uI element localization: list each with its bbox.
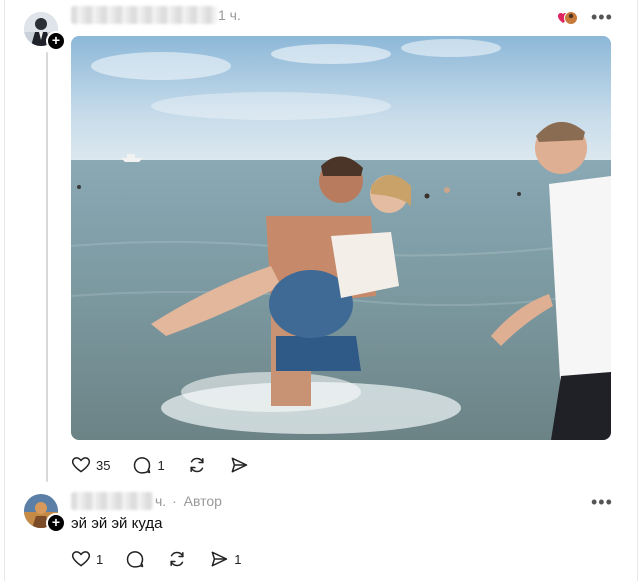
reply-like-button[interactable]: 1 xyxy=(71,549,103,569)
author-badge: Автор xyxy=(183,493,222,509)
reply-follow-plus-icon[interactable]: + xyxy=(46,513,66,533)
post-comment-button[interactable]: 1 xyxy=(132,455,165,475)
post-photo[interactable] xyxy=(71,36,611,440)
repost-icon xyxy=(187,455,207,475)
send-icon xyxy=(229,455,249,475)
reply-more-icon[interactable]: ••• xyxy=(591,493,613,511)
post-timestamp: 1 ч. xyxy=(218,7,241,23)
post-more-icon[interactable]: ••• xyxy=(591,8,613,26)
post-share-button[interactable] xyxy=(229,455,249,475)
follow-plus-icon[interactable]: + xyxy=(46,31,66,51)
reply-share-button[interactable]: 1 xyxy=(209,549,241,569)
reply-like-count: 1 xyxy=(96,551,104,567)
heart-icon xyxy=(71,549,91,569)
reply-separator: · xyxy=(172,493,177,509)
post-actions: 35 1 xyxy=(71,455,271,475)
thread-connector-line xyxy=(46,52,48,482)
reply-actions: 1 1 xyxy=(71,549,263,569)
reply-repost-button[interactable] xyxy=(167,549,187,569)
send-icon xyxy=(209,549,229,569)
reaction-avatars[interactable] xyxy=(558,11,578,25)
repost-icon xyxy=(167,549,187,569)
reply-timestamp: ч. xyxy=(155,493,167,509)
post-author-name-blurred[interactable] xyxy=(71,6,217,24)
reply-author-name-blurred[interactable] xyxy=(71,492,153,510)
post-repost-button[interactable] xyxy=(187,455,207,475)
post-like-button[interactable]: 35 xyxy=(71,455,110,475)
reply-comment-button[interactable] xyxy=(125,549,145,569)
beach-photo-illustration xyxy=(71,36,611,440)
post-reply-count: 1 xyxy=(157,457,165,473)
reply-share-count: 1 xyxy=(234,551,242,567)
comment-icon xyxy=(125,549,145,569)
thread-card: + 1 ч. ••• 35 1 + ч. · Автор ••• эй эй э… xyxy=(4,0,638,581)
post-like-count: 35 xyxy=(96,457,111,473)
reply-meta: ч. · Автор xyxy=(155,493,222,509)
reply-text: эй эй эй куда xyxy=(71,515,163,532)
comment-icon xyxy=(132,455,152,475)
heart-icon xyxy=(71,455,91,475)
